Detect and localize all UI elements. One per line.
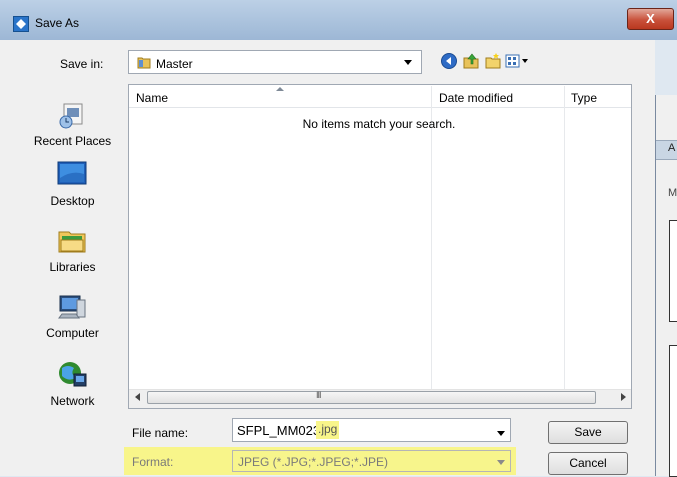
background-window-panel [669, 220, 677, 322]
place-label: Recent Places [33, 134, 112, 148]
new-folder-icon[interactable] [484, 52, 502, 70]
save-button[interactable]: Save [548, 421, 628, 444]
column-divider[interactable] [431, 86, 432, 389]
view-menu-icon[interactable] [505, 52, 529, 70]
place-computer[interactable]: Computer [30, 292, 115, 342]
empty-folder-message: No items match your search. [302, 117, 456, 131]
up-folder-icon[interactable] [462, 52, 480, 70]
cancel-button[interactable]: Cancel [548, 452, 628, 475]
place-desktop[interactable]: Desktop [30, 160, 115, 210]
scroll-right-icon[interactable] [621, 393, 626, 401]
libraries-icon [54, 226, 90, 256]
chevron-down-icon[interactable] [497, 460, 505, 465]
recent-places-icon [54, 100, 90, 130]
file-name-value: SFPL_MM023 [237, 423, 321, 438]
scroll-left-icon[interactable] [135, 393, 140, 401]
chevron-down-icon[interactable] [497, 431, 505, 436]
column-header-date-modified[interactable]: Date modified [439, 91, 513, 105]
computer-icon [54, 292, 90, 322]
folder-icon [137, 55, 151, 69]
place-network[interactable]: Network [30, 360, 115, 410]
chevron-down-icon[interactable] [404, 60, 412, 65]
file-name-label: File name: [132, 426, 189, 440]
place-label: Desktop [50, 194, 95, 208]
format-value: JPEG (*.JPG;*.JPEG;*.JPE) [238, 455, 389, 469]
place-recent-places[interactable]: Recent Places [30, 100, 115, 150]
network-icon [54, 360, 90, 390]
column-header-name[interactable]: Name [136, 91, 168, 105]
place-label: Network [50, 394, 95, 408]
place-label: Computer [46, 326, 99, 340]
save-in-label: Save in: [60, 57, 104, 71]
column-divider[interactable] [564, 86, 565, 389]
background-window-letter-top: A [668, 142, 676, 154]
background-window-panel [669, 345, 677, 477]
desktop-icon [54, 160, 90, 190]
window-title: Save As [35, 16, 80, 30]
place-label: Libraries [49, 260, 96, 274]
background-window: A M [655, 95, 677, 477]
place-libraries[interactable]: Libraries [30, 226, 115, 276]
close-button[interactable]: X [627, 8, 674, 30]
title-bar[interactable] [0, 0, 677, 40]
sort-ascending-icon [276, 87, 284, 91]
background-window-letter-mid: M [668, 187, 677, 199]
save-in-value: Master [156, 57, 193, 71]
file-list[interactable] [128, 84, 632, 409]
scrollbar-thumb[interactable] [147, 391, 596, 404]
file-list-header [129, 85, 631, 108]
file-name-extension: .jpg [316, 421, 340, 439]
back-icon[interactable] [440, 52, 458, 70]
format-label: Format: [132, 455, 174, 469]
scrollbar-grip: III [316, 390, 321, 400]
save-as-app-icon [13, 16, 29, 32]
column-header-type[interactable]: Type [571, 91, 597, 105]
